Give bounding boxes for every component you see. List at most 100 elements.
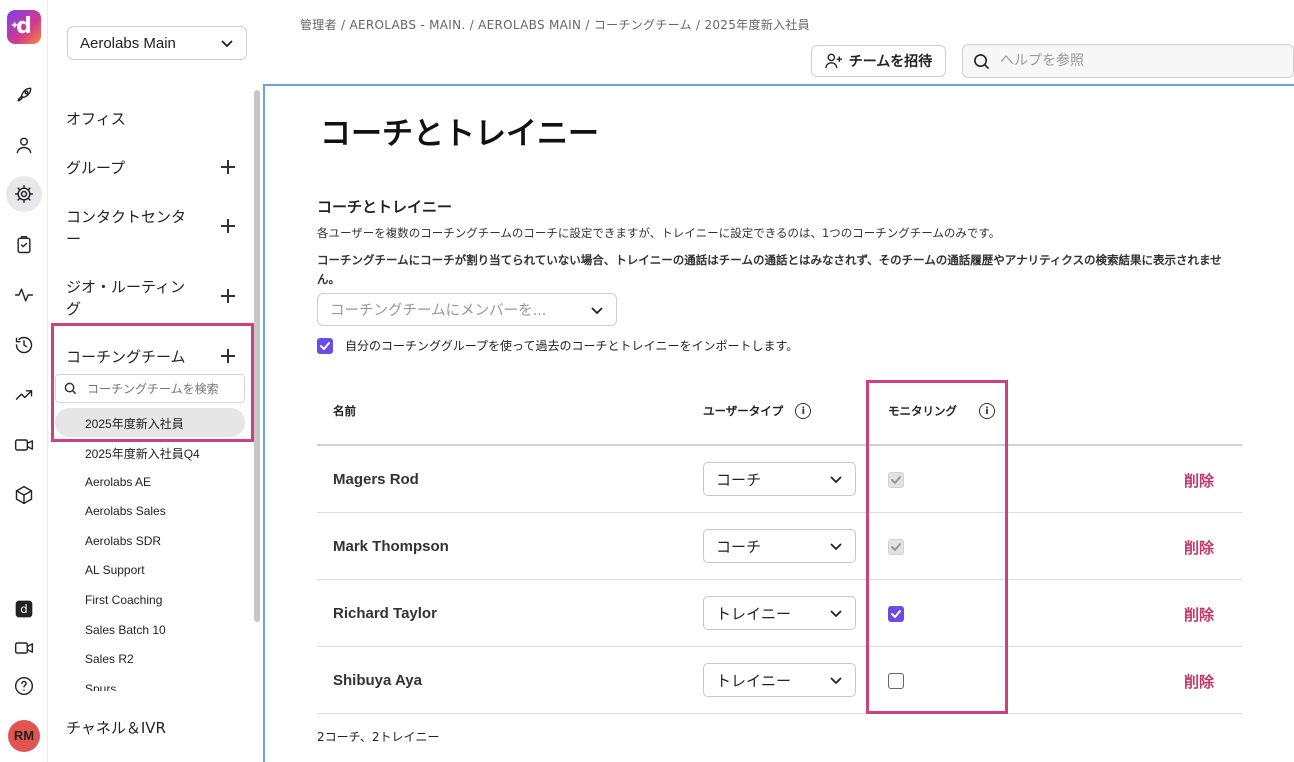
user-type-value: トレイニー	[716, 604, 792, 623]
coaching-team-search[interactable]	[55, 374, 245, 403]
chevron-down-icon	[221, 40, 233, 48]
team-item[interactable]: 2025年度新入社員	[85, 415, 184, 432]
delete-button[interactable]: 削除	[1184, 671, 1214, 692]
check-icon	[891, 476, 901, 484]
user-type-value: トレイニー	[716, 671, 792, 690]
row-divider	[317, 713, 1242, 714]
info-icon[interactable]: i	[979, 403, 995, 419]
trend-icon[interactable]	[12, 383, 36, 407]
video-icon[interactable]	[12, 433, 36, 457]
chevron-down-icon	[830, 543, 842, 551]
chevron-down-icon	[591, 306, 603, 314]
invite-team-button[interactable]: チームを招待	[811, 45, 946, 77]
column-header-monitoring: モニタリング i	[888, 403, 995, 419]
nav-office[interactable]: オフィス	[66, 108, 126, 129]
team-item[interactable]: Sales R2	[85, 652, 134, 666]
workspace-select[interactable]: Aerolabs Main	[67, 26, 247, 60]
chevron-down-icon	[830, 610, 842, 618]
member-select[interactable]: コーチングチームにメンバーを...	[317, 293, 617, 326]
add-group-icon[interactable]	[220, 159, 236, 175]
coaching-team-search-input[interactable]	[87, 381, 227, 396]
member-select-placeholder: コーチングチームにメンバーを...	[330, 303, 547, 319]
svg-text:d: d	[20, 602, 27, 616]
nav-coaching-team[interactable]: コーチングチーム	[66, 346, 186, 367]
section-description: 各ユーザーを複数のコーチングチームのコーチに設定できますが、トレイニーに設定でき…	[317, 226, 1001, 240]
team-item[interactable]: 2025年度新入社員Q4	[85, 445, 200, 462]
team-item[interactable]: Aerolabs SDR	[85, 534, 161, 548]
row-divider	[317, 512, 1242, 513]
delete-button[interactable]: 削除	[1184, 604, 1214, 625]
import-option: 自分のコーチンググループを使って過去のコーチとトレイニーをインポートします。	[317, 337, 798, 354]
nav-contact-center[interactable]: コンタクトセンター	[66, 206, 198, 250]
info-icon[interactable]: i	[795, 403, 812, 419]
table-summary: 2コーチ、2トレイニー	[317, 730, 440, 744]
row-divider	[317, 579, 1242, 580]
search-icon	[974, 53, 990, 69]
monitoring-checkbox	[888, 539, 904, 555]
column-user-type-label: ユーザータイプ	[703, 404, 784, 418]
help-search-input[interactable]	[1000, 53, 1280, 69]
app-rail: ✦ d d RM	[0, 0, 48, 762]
check-icon	[891, 610, 901, 618]
person-add-icon	[825, 53, 842, 69]
nav-geo-routing[interactable]: ジオ・ルーティング	[66, 276, 198, 320]
workspace-name: Aerolabs Main	[80, 34, 176, 52]
search-icon	[64, 382, 77, 395]
help-icon[interactable]	[12, 674, 36, 698]
add-geo-routing-icon[interactable]	[220, 288, 236, 304]
sidebar-scrollbar[interactable]	[254, 90, 260, 622]
gear-icon[interactable]	[6, 176, 42, 212]
team-item[interactable]: Aerolabs Sales	[85, 504, 166, 518]
delete-button[interactable]: 削除	[1184, 537, 1214, 558]
sparkle-icon: ✦	[10, 19, 20, 32]
page-title: コーチとトレイニー	[320, 116, 599, 152]
add-coaching-team-icon[interactable]	[220, 348, 236, 364]
row-name: Shibuya Aya	[333, 672, 422, 689]
import-label: 自分のコーチンググループを使って過去のコーチとトレイニーをインポートします。	[345, 339, 799, 353]
cube-icon[interactable]	[12, 483, 36, 507]
chevron-down-icon	[830, 677, 842, 685]
help-search[interactable]	[962, 44, 1294, 78]
team-item[interactable]: First Coaching	[85, 593, 162, 607]
user-type-value: コーチ	[716, 470, 762, 489]
activity-icon[interactable]	[12, 283, 36, 307]
team-item[interactable]: Aerolabs AE	[85, 475, 151, 489]
clipboard-icon[interactable]	[12, 233, 36, 257]
user-type-select[interactable]: トレイニー	[703, 596, 856, 630]
monitoring-checkbox	[888, 472, 904, 488]
row-name: Mark Thompson	[333, 538, 449, 555]
breadcrumb: 管理者 / AEROLABS - MAIN. / AEROLABS MAIN /…	[300, 18, 810, 32]
user-type-select[interactable]: コーチ	[703, 462, 856, 496]
row-name: Richard Taylor	[333, 605, 437, 622]
check-icon	[320, 341, 330, 350]
section-warning: コーチングチームにコーチが割り当てられていない場合、トレイニーの通話はチームの通…	[317, 253, 1222, 286]
avatar[interactable]: RM	[8, 720, 40, 752]
delete-button[interactable]: 削除	[1184, 470, 1214, 491]
column-header-user-type: ユーザータイプ i	[703, 403, 812, 419]
section-title: コーチとトレイニー	[317, 198, 453, 216]
column-name-label: 名前	[333, 404, 356, 418]
column-header-name: 名前	[333, 403, 356, 419]
team-item[interactable]: Spurs	[85, 682, 116, 691]
app-logo[interactable]: ✦ d	[7, 10, 41, 44]
person-icon[interactable]	[12, 133, 36, 157]
team-item[interactable]: AL Support	[85, 563, 145, 577]
nav-channels-ivr[interactable]: チャネル＆IVR	[66, 717, 166, 738]
add-contact-center-icon[interactable]	[220, 218, 236, 234]
table-header-divider	[317, 444, 1242, 446]
rocket-icon[interactable]	[12, 83, 36, 107]
camera-icon[interactable]	[12, 636, 36, 660]
nav-group[interactable]: グループ	[66, 157, 125, 178]
main-panel	[263, 84, 1294, 762]
monitoring-checkbox[interactable]	[888, 673, 904, 689]
import-checkbox[interactable]	[317, 337, 333, 354]
invite-team-label: チームを招待	[848, 54, 933, 70]
team-item[interactable]: Sales Batch 10	[85, 623, 166, 637]
dialpad-icon[interactable]: d	[12, 597, 36, 621]
history-icon[interactable]	[12, 333, 36, 357]
row-divider	[317, 646, 1242, 647]
user-type-select[interactable]: トレイニー	[703, 663, 856, 697]
user-type-select[interactable]: コーチ	[703, 529, 856, 563]
chevron-down-icon	[830, 476, 842, 484]
monitoring-checkbox[interactable]	[888, 606, 904, 622]
